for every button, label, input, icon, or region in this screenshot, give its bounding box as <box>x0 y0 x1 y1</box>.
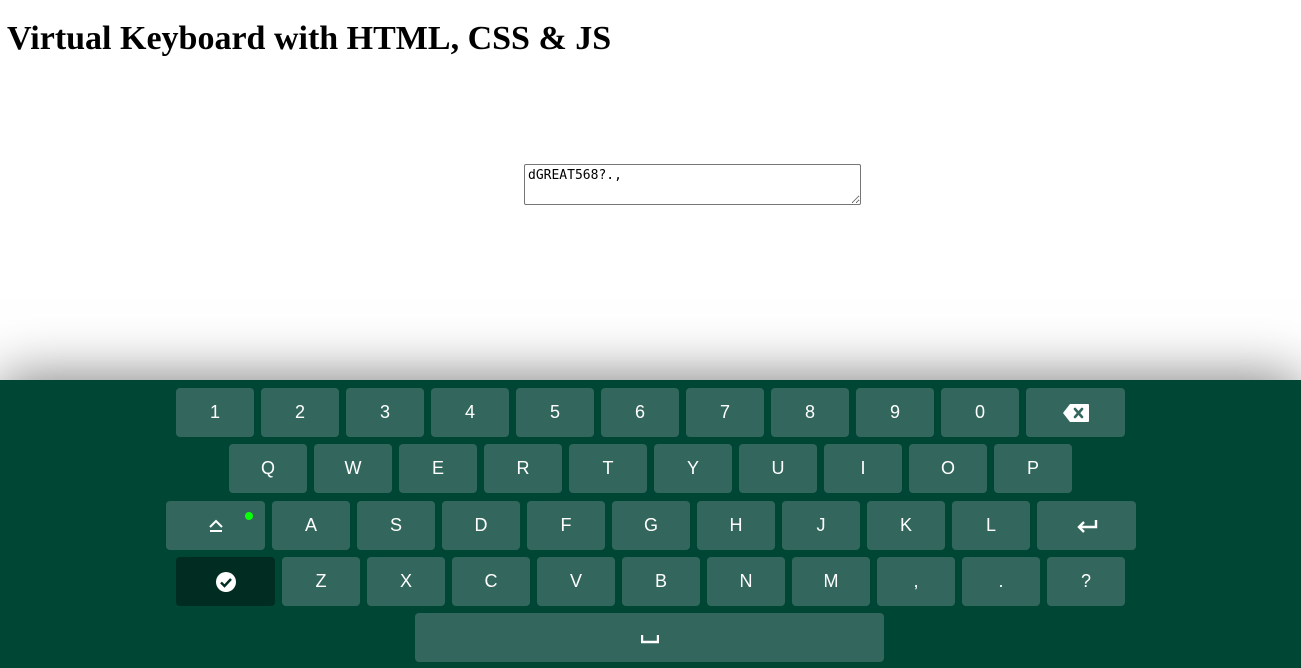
key-label: B <box>654 571 667 591</box>
key-label: O <box>940 458 955 478</box>
key-label: 1 <box>209 402 220 422</box>
done-check-key[interactable] <box>176 557 275 606</box>
key-label: W <box>344 458 362 478</box>
key[interactable]: 7 <box>686 388 764 437</box>
enter-key[interactable] <box>1037 501 1136 550</box>
key[interactable]: D <box>442 501 520 550</box>
caps-lock-indicator <box>245 512 253 520</box>
keyboard-row: ASDFGHJKL <box>0 501 1301 550</box>
key-label: 4 <box>464 402 475 422</box>
keyboard-row <box>0 613 1301 662</box>
key[interactable]: 3 <box>346 388 424 437</box>
key-label: M <box>823 571 839 591</box>
key-label: 5 <box>549 402 560 422</box>
key[interactable]: 1 <box>176 388 254 437</box>
key-label: T <box>602 458 614 478</box>
caps-lock-icon <box>208 518 224 534</box>
key[interactable]: O <box>909 444 987 493</box>
key-label: I <box>860 458 866 478</box>
key[interactable]: W <box>314 444 392 493</box>
backspace-key[interactable] <box>1026 388 1125 437</box>
key-label: 6 <box>634 402 645 422</box>
key-label: 3 <box>379 402 390 422</box>
done-check-icon <box>215 571 237 593</box>
backspace-icon <box>1062 403 1090 423</box>
key[interactable]: E <box>399 444 477 493</box>
keyboard-row: Z X C V B N M,.? <box>0 557 1301 606</box>
key-label: X <box>399 571 412 591</box>
key-label: L <box>985 515 996 535</box>
key-label: ? <box>1080 571 1091 591</box>
key-label: S <box>389 515 402 535</box>
key-label: V <box>569 571 582 591</box>
text-input-container <box>524 164 861 210</box>
key[interactable]: G <box>612 501 690 550</box>
key[interactable]: 6 <box>601 388 679 437</box>
virtual-keyboard: 1 2 3 4 5 6 7 8 9 0 Q W E R T Y U I O P A S D F G H J K L Z X C V B N M,.? <box>0 380 1301 668</box>
key[interactable]: ? <box>1047 557 1125 606</box>
key-label: 7 <box>719 402 730 422</box>
enter-icon <box>1075 517 1099 535</box>
keyboard-row: QWERTYUIOP <box>0 444 1301 493</box>
key[interactable]: 0 <box>941 388 1019 437</box>
key[interactable]: A <box>272 501 350 550</box>
key-label: K <box>899 515 912 535</box>
key[interactable]: H <box>697 501 775 550</box>
key-label: . <box>998 571 1004 591</box>
key-label: 8 <box>804 402 815 422</box>
key[interactable]: F <box>527 501 605 550</box>
key-label: 0 <box>974 402 985 422</box>
key[interactable]: . <box>962 557 1040 606</box>
key[interactable]: R <box>484 444 562 493</box>
key-label: 9 <box>889 402 900 422</box>
key[interactable]: B <box>622 557 700 606</box>
key[interactable]: M <box>792 557 870 606</box>
key-label: A <box>304 515 317 535</box>
key[interactable]: U <box>739 444 817 493</box>
key-label: U <box>771 458 785 478</box>
key-label: G <box>643 515 658 535</box>
key-label: Y <box>686 458 699 478</box>
key-label: H <box>729 515 743 535</box>
key-label: 2 <box>294 402 305 422</box>
key[interactable]: L <box>952 501 1030 550</box>
key-label: P <box>1026 458 1039 478</box>
key[interactable]: N <box>707 557 785 606</box>
key[interactable]: T <box>569 444 647 493</box>
key[interactable]: 5 <box>516 388 594 437</box>
key[interactable]: Q <box>229 444 307 493</box>
space-bar-key[interactable] <box>415 613 884 662</box>
key-label: R <box>516 458 530 478</box>
key-label: C <box>484 571 498 591</box>
keyboard-row: 1 2 3 4 5 6 7 8 9 0 <box>0 388 1301 437</box>
key[interactable]: 8 <box>771 388 849 437</box>
space-bar-icon <box>640 632 659 644</box>
key[interactable]: V <box>537 557 615 606</box>
page-title: Virtual Keyboard with HTML, CSS & JS <box>7 20 612 57</box>
key[interactable]: X <box>367 557 445 606</box>
key[interactable]: 2 <box>261 388 339 437</box>
key-label: F <box>560 515 572 535</box>
key[interactable]: J <box>782 501 860 550</box>
key[interactable]: Y <box>654 444 732 493</box>
key-label: , <box>913 571 919 591</box>
key[interactable]: Z <box>282 557 360 606</box>
caps-lock-key[interactable] <box>166 501 265 550</box>
text-input[interactable] <box>524 164 861 205</box>
key[interactable]: S <box>357 501 435 550</box>
key[interactable]: 4 <box>431 388 509 437</box>
key-label: N <box>739 571 753 591</box>
key[interactable]: , <box>877 557 955 606</box>
key[interactable]: K <box>867 501 945 550</box>
key-label: D <box>474 515 488 535</box>
key[interactable]: I <box>824 444 902 493</box>
key[interactable]: P <box>994 444 1072 493</box>
key-label: Z <box>315 571 327 591</box>
key[interactable]: 9 <box>856 388 934 437</box>
key-label: J <box>816 515 826 535</box>
key-label: Q <box>260 458 275 478</box>
key[interactable]: C <box>452 557 530 606</box>
key-label: E <box>431 458 444 478</box>
